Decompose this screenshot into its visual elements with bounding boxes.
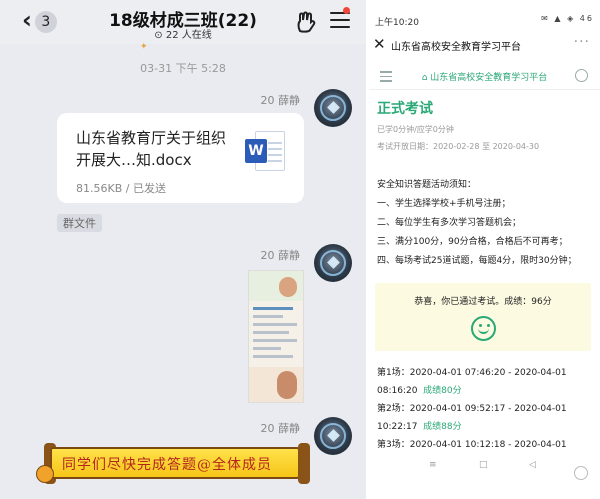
exam-open-dates: 考试开放日期：2020-02-28 至 2020-04-30 [377,142,540,151]
notice-item: 四、每场考试25道试题，每题4分，限时30分钟； [377,256,577,266]
app-title: 山东省高校安全教育学习平台 [391,42,521,53]
attempt-2-range: 第2场：2020-04-01 09:52:17 - 2020-04-01 [377,404,567,414]
sender-name: 20 薛静 [260,422,301,435]
notice-heading: 安全知识答题活动须知： [377,180,477,190]
image-message[interactable] [248,270,304,403]
status-icons: ✉ ▲ ◈ 46 [541,14,594,23]
attempt-1-range: 第1场：2020-04-01 07:46:20 - 2020-04-01 [377,368,567,378]
online-count: 22 人在线 [165,30,212,41]
sparkle-icon: ✦ [140,42,148,52]
cartoon-figure [279,277,297,297]
attempt-2-end: 10:22:17 成绩88分 [377,419,462,432]
attempt-3-range: 第3场：2020-04-01 10:12:18 - 2020-04-01 [377,440,567,450]
app-bar: ✕ 山东省高校安全教育学习平台 ··· [369,28,600,62]
study-duration: 已学0分钟/应学0分钟 [377,125,454,134]
attempt-end-time: 08:16:20 [377,386,418,396]
banner-sticker-message[interactable]: 同学们尽快完成答题@全体成员 [36,443,314,484]
home-nav-button[interactable]: □ [479,460,488,470]
result-text: 恭喜，你已通过考试。成绩：96分 [414,297,552,307]
sender-name: 20 薛静 [260,249,301,262]
attempt-score: 成绩88分 [423,422,462,432]
menu-icon[interactable] [330,12,350,30]
status-bar: 上午10:20 ✉ ▲ ◈ 46 [369,0,600,28]
file-status: 已发送 [132,182,166,195]
avatar[interactable] [314,244,352,282]
hand-gesture-icon[interactable] [296,11,316,33]
smiley-icon [471,316,496,341]
tiger-mascot-icon [36,465,54,483]
exam-result-box: 恭喜，你已通过考试。成绩：96分 [375,283,591,351]
status-time: 上午10:20 [375,18,419,28]
phone-screen: 上午10:20 ✉ ▲ ◈ 46 ✕ 山东省高校安全教育学习平台 ··· ⌂ 山… [369,0,600,499]
attempt-end-time: 10:22:17 [377,422,418,432]
file-meta-separator: / [122,182,133,195]
notice-item: 二、每位学生有多次学习答题机会； [377,218,522,228]
file-name: 山东省教育厅关于组织开展大…知.docx [76,129,227,169]
message-timestamp: 03-31 下午 5:28 [140,62,226,75]
attempt-score: 成绩80分 [423,386,462,396]
site-name[interactable]: ⌂ 山东省高校安全教育学习平台 [369,70,600,83]
file-size: 81.56KB [76,182,123,195]
menu-nav-button[interactable]: ≡ [429,460,437,470]
site-name-label: 山东省高校安全教育学习平台 [430,73,548,83]
word-icon-letter: W [245,139,267,163]
group-file-tag[interactable]: 群文件 [57,214,102,232]
scroll-roll-right [298,443,310,484]
notice-item: 三、满分100分，90分合格，合格后不可再考； [377,237,568,247]
notification-dot [343,7,350,14]
chat-screen: ‹ 3 18级材成三班(22) ⊙ 22 人在线 ✦ 03-31 下午 5:28… [0,0,366,499]
banner-body: 同学们尽快完成答题@全体成员 [50,447,300,479]
back-nav-button[interactable]: ◁ [529,460,536,470]
close-icon[interactable]: ✕ [373,35,386,53]
exam-title: 正式考试 [377,101,433,117]
file-message[interactable]: 山东省教育厅关于组织开展大…知.docx 81.56KB / 已发送 W [57,113,304,203]
sender-name: 20 薛静 [260,94,301,107]
chat-header: ‹ 3 18级材成三班(22) ⊙ 22 人在线 [0,0,366,44]
word-document-icon: W [245,129,285,173]
cartoon-figure [277,371,297,399]
file-meta: 81.56KB / 已发送 [76,180,166,196]
site-navbar: ⌂ 山东省高校安全教育学习平台 [369,62,600,90]
more-options-icon[interactable]: ··· [574,34,590,50]
user-icon[interactable] [575,69,588,82]
notice-item: 一、学生选择学校+手机号注册； [377,199,511,209]
system-nav-bar: ≡ □ ◁ [369,455,600,475]
banner-text: 同学们尽快完成答题@全体成员 [62,457,272,473]
avatar[interactable] [314,89,352,127]
attempt-1-end: 08:16:20 成绩80分 [377,383,462,396]
magnifier-icon[interactable] [574,466,588,480]
avatar[interactable] [314,417,352,455]
